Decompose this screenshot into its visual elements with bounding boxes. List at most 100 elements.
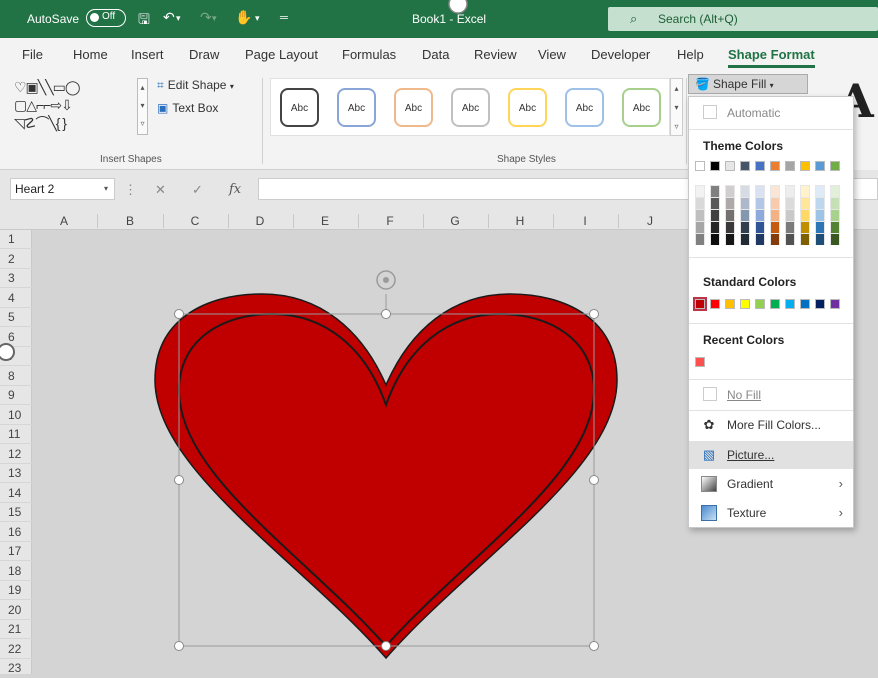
row-header[interactable]: 4 [0, 289, 32, 308]
color-swatch[interactable] [785, 161, 795, 171]
rotate-handle-icon[interactable] [376, 270, 396, 290]
tab-formulas[interactable]: Formulas [342, 47, 396, 62]
shape-style-3[interactable]: Abc [394, 88, 433, 127]
color-swatch[interactable] [785, 209, 795, 221]
color-swatch[interactable] [710, 161, 720, 171]
color-swatch[interactable] [770, 197, 780, 209]
text-box-button[interactable]: ▣ Text Box [157, 101, 218, 115]
save-icon[interactable]: 🖫 [138, 9, 150, 33]
color-swatch-selected[interactable] [693, 297, 707, 311]
column-header-f[interactable]: F [380, 214, 400, 228]
color-swatch[interactable] [770, 209, 780, 221]
row-header[interactable]: 22 [0, 640, 32, 659]
color-swatch[interactable] [755, 161, 765, 171]
color-swatch[interactable] [710, 299, 720, 309]
column-header-d[interactable]: D [250, 214, 270, 228]
row-header[interactable]: 13 [0, 464, 32, 483]
more-fill-colors-item[interactable]: ✿ More Fill Colors... [689, 411, 853, 439]
color-swatch[interactable] [725, 221, 735, 233]
column-header-e[interactable]: E [315, 214, 335, 228]
search-box[interactable]: ⌕ Search (Alt+Q) [608, 7, 878, 31]
row-header[interactable]: 17 [0, 542, 32, 561]
shape-style-6[interactable]: Abc [565, 88, 604, 127]
column-header-a[interactable]: A [54, 214, 74, 228]
color-swatch[interactable] [710, 197, 720, 209]
color-swatch[interactable] [800, 233, 810, 245]
color-swatch[interactable] [800, 185, 810, 197]
color-swatch[interactable] [695, 161, 705, 171]
color-swatch[interactable] [710, 221, 720, 233]
resize-handles[interactable] [174, 309, 599, 651]
tab-help[interactable]: Help [677, 47, 704, 62]
color-swatch[interactable] [800, 221, 810, 233]
customize-toolbar-icon[interactable]: ═ [280, 12, 288, 24]
color-swatch[interactable] [830, 221, 840, 233]
tab-file[interactable]: File [22, 47, 43, 62]
color-swatch[interactable] [725, 233, 735, 245]
color-swatch[interactable] [695, 185, 705, 197]
enter-icon[interactable]: ✓ [192, 182, 203, 198]
color-swatch[interactable] [770, 185, 780, 197]
row-header[interactable]: 10 [0, 406, 32, 425]
color-swatch[interactable] [725, 197, 735, 209]
row-header[interactable]: 21 [0, 620, 32, 639]
column-header-c[interactable]: C [185, 214, 205, 228]
undo-icon[interactable]: ↶ [163, 9, 175, 26]
color-swatch[interactable] [815, 221, 825, 233]
row-header[interactable]: 23 [0, 659, 32, 678]
row-header[interactable]: 6 [0, 328, 32, 347]
row-header[interactable]: 5 [0, 308, 32, 327]
no-fill-item[interactable]: No Fill [689, 381, 853, 409]
color-swatch[interactable] [755, 221, 765, 233]
shape-style-2[interactable]: Abc [337, 88, 376, 127]
color-swatch[interactable] [800, 209, 810, 221]
tab-review[interactable]: Review [474, 47, 517, 62]
color-swatch[interactable] [725, 185, 735, 197]
color-swatch[interactable] [695, 233, 705, 245]
picture-item[interactable]: ▧ Picture... [689, 441, 853, 469]
color-swatch[interactable] [830, 209, 840, 221]
color-swatch[interactable] [785, 197, 795, 209]
color-swatch[interactable] [800, 299, 810, 309]
row-header[interactable]: 2 [0, 250, 32, 269]
column-header-b[interactable]: B [120, 214, 140, 228]
name-box[interactable]: Heart 2 ▾ [10, 178, 115, 200]
tab-page-layout[interactable]: Page Layout [245, 47, 318, 62]
color-swatch[interactable] [770, 221, 780, 233]
color-swatch[interactable] [830, 161, 840, 171]
column-header-j[interactable]: J [640, 214, 660, 228]
row-header[interactable]: 19 [0, 581, 32, 600]
shape-style-5[interactable]: Abc [508, 88, 547, 127]
column-header-g[interactable]: G [445, 214, 465, 228]
tab-shape-format[interactable]: Shape Format [728, 47, 815, 68]
color-swatch[interactable] [725, 209, 735, 221]
color-swatch[interactable] [725, 299, 735, 309]
color-swatch[interactable] [785, 185, 795, 197]
color-swatch[interactable] [755, 185, 765, 197]
row-header[interactable]: 14 [0, 484, 32, 503]
color-swatch[interactable] [815, 185, 825, 197]
color-swatch[interactable] [815, 299, 825, 309]
color-swatch[interactable] [770, 299, 780, 309]
color-swatch[interactable] [815, 161, 825, 171]
tab-home[interactable]: Home [73, 47, 108, 62]
color-swatch[interactable] [815, 233, 825, 245]
row-header[interactable]: 3 [0, 269, 32, 288]
row-header[interactable]: 8 [0, 367, 32, 386]
color-swatch[interactable] [785, 233, 795, 245]
color-swatch[interactable] [695, 197, 705, 209]
color-swatch[interactable] [740, 221, 750, 233]
color-swatch[interactable] [770, 161, 780, 171]
row-header[interactable]: 16 [0, 523, 32, 542]
tab-insert[interactable]: Insert [131, 47, 164, 62]
tab-view[interactable]: View [538, 47, 566, 62]
color-swatch[interactable] [800, 161, 810, 171]
shapes-gallery-scroll[interactable]: ▴ ▾ ▿ [137, 78, 148, 135]
color-swatch[interactable] [830, 197, 840, 209]
color-swatch[interactable] [740, 299, 750, 309]
shape-styles-scroll[interactable]: ▴ ▾ ▿ [670, 78, 683, 136]
color-swatch[interactable] [800, 197, 810, 209]
column-header-i[interactable]: I [575, 214, 595, 228]
row-header[interactable]: 12 [0, 445, 32, 464]
shape-fill-button[interactable]: 🪣 Shape Fill ▾ [688, 74, 808, 94]
